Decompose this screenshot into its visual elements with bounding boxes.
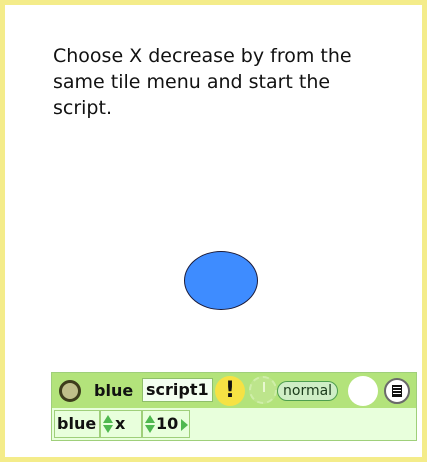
clock-icon[interactable] — [249, 376, 277, 404]
clock-hand — [263, 382, 265, 392]
scriptor-header: blue script1 ! normal — [52, 373, 416, 408]
player-tile[interactable]: blue — [54, 410, 100, 438]
number-value: 10 — [156, 414, 179, 433]
up-down-arrows-icon[interactable] — [145, 415, 155, 433]
document-icon[interactable] — [384, 378, 410, 404]
menu-circle-icon[interactable] — [59, 380, 81, 402]
blank-circle-icon[interactable] — [348, 376, 378, 406]
slot-tile[interactable]: x — [100, 410, 186, 438]
number-tile[interactable]: 10 — [142, 410, 190, 438]
alert-icon[interactable]: ! — [215, 376, 245, 406]
slot-label: x — [115, 414, 126, 433]
right-arrow-icon[interactable] — [181, 419, 188, 431]
scriptor-player-name: blue — [94, 381, 134, 400]
instruction-text: Choose X decrease by from the same tile … — [53, 45, 352, 119]
blue-ellipse[interactable] — [184, 251, 258, 310]
status-toggle[interactable]: normal — [277, 381, 339, 401]
stage-frame: Choose X decrease by from the same tile … — [0, 0, 427, 462]
document-lines — [392, 385, 402, 397]
scriptor-panel: blue script1 ! normal blue x 10 — [51, 372, 417, 441]
script-name-field[interactable]: script1 — [142, 378, 213, 402]
up-down-arrows-icon[interactable] — [103, 415, 113, 433]
